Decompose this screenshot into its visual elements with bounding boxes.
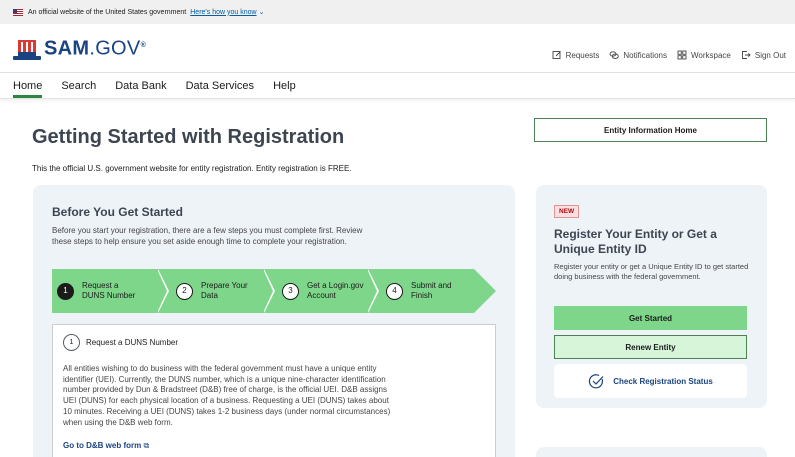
gov-banner: An official website of the United States…	[0, 0, 795, 24]
check-registration-status-button[interactable]: Check Registration Status	[554, 364, 747, 398]
sign-out-icon	[741, 51, 751, 59]
heres-how-you-know-link[interactable]: Here's how you know	[190, 9, 256, 16]
step-2[interactable]: 2 Prepare Your Data	[158, 269, 264, 313]
us-flag-icon	[13, 8, 23, 16]
notifications-link[interactable]: Notifications	[609, 50, 667, 60]
secondary-panel	[536, 447, 767, 457]
panel-title: Before You Get Started	[52, 205, 183, 219]
nav-help[interactable]: Help	[273, 73, 296, 98]
step-number: 2	[176, 282, 193, 300]
uncle-sam-hat-icon	[13, 38, 41, 60]
register-description: Register your entity or get a Unique Ent…	[554, 262, 749, 281]
step-indicator: 1 Request a DUNS Number 2 Prepare Your Dat…	[52, 269, 496, 313]
header-links: Requests Notifications Workspace Sign Ou…	[552, 50, 786, 60]
main-nav: Home Search Data Bank Data Services Help	[0, 72, 795, 99]
panel-description: Before you start your registration, ther…	[52, 226, 363, 246]
nav-home[interactable]: Home	[13, 73, 43, 98]
register-entity-panel: NEW Register Your Entity or Get a Unique…	[536, 185, 767, 408]
chat-icon	[609, 51, 620, 59]
step-detail-body: All entities wishing to do business with…	[63, 364, 391, 427]
page-title: Getting Started with Registration	[32, 126, 345, 148]
step-1[interactable]: 1 Request a DUNS Number	[52, 269, 158, 313]
sam-logo[interactable]: SAM.GOV®	[13, 35, 146, 60]
get-started-button[interactable]: Get Started	[554, 306, 747, 330]
dnb-web-form-link[interactable]: Go to D&B web form ⧉	[63, 441, 149, 451]
entity-information-home-button[interactable]: Entity Information Home	[534, 118, 767, 142]
step-detail-heading: 1 Request a DUNS Number	[63, 334, 178, 351]
check-circle-icon	[589, 373, 604, 388]
new-badge: NEW	[554, 205, 580, 218]
register-title: Register Your Entity or Get a Unique Ent…	[554, 227, 717, 256]
step-number: 1	[57, 282, 74, 300]
logo-sam-text: SAM	[44, 37, 90, 60]
step-detail-card: 1 Request a DUNS Number All entities wis…	[52, 324, 496, 457]
gov-banner-text: An official website of the United States…	[28, 8, 187, 16]
site-header: SAM.GOV® Requests Notifications Workspac…	[0, 24, 795, 72]
nav-data-bank[interactable]: Data Bank	[115, 73, 166, 98]
renew-entity-button[interactable]: Renew Entity	[554, 335, 747, 359]
nav-search[interactable]: Search	[61, 73, 96, 98]
steps-arrow-tip	[474, 269, 496, 313]
chevron-down-icon[interactable]: ⌄	[259, 8, 265, 16]
step-number: 1	[63, 334, 80, 351]
logo-gov-text: .GOV	[89, 37, 141, 60]
workspace-link[interactable]: Workspace	[677, 50, 731, 60]
nav-data-services[interactable]: Data Services	[186, 73, 254, 98]
step-4[interactable]: 4 Submit and Finish	[368, 269, 474, 313]
before-you-get-started-panel: Before You Get Started Before you start …	[33, 185, 515, 457]
step-3[interactable]: 3 Get a Login.gov Account	[264, 269, 368, 313]
step-number: 4	[386, 282, 403, 300]
sign-out-link[interactable]: Sign Out	[741, 50, 786, 60]
intro-text: This the official U.S. government websit…	[32, 164, 352, 173]
grid-icon	[677, 50, 687, 60]
requests-link[interactable]: Requests	[552, 50, 599, 60]
external-link-icon: ⧉	[143, 441, 150, 450]
step-number: 3	[282, 282, 299, 300]
edit-icon	[552, 51, 561, 59]
